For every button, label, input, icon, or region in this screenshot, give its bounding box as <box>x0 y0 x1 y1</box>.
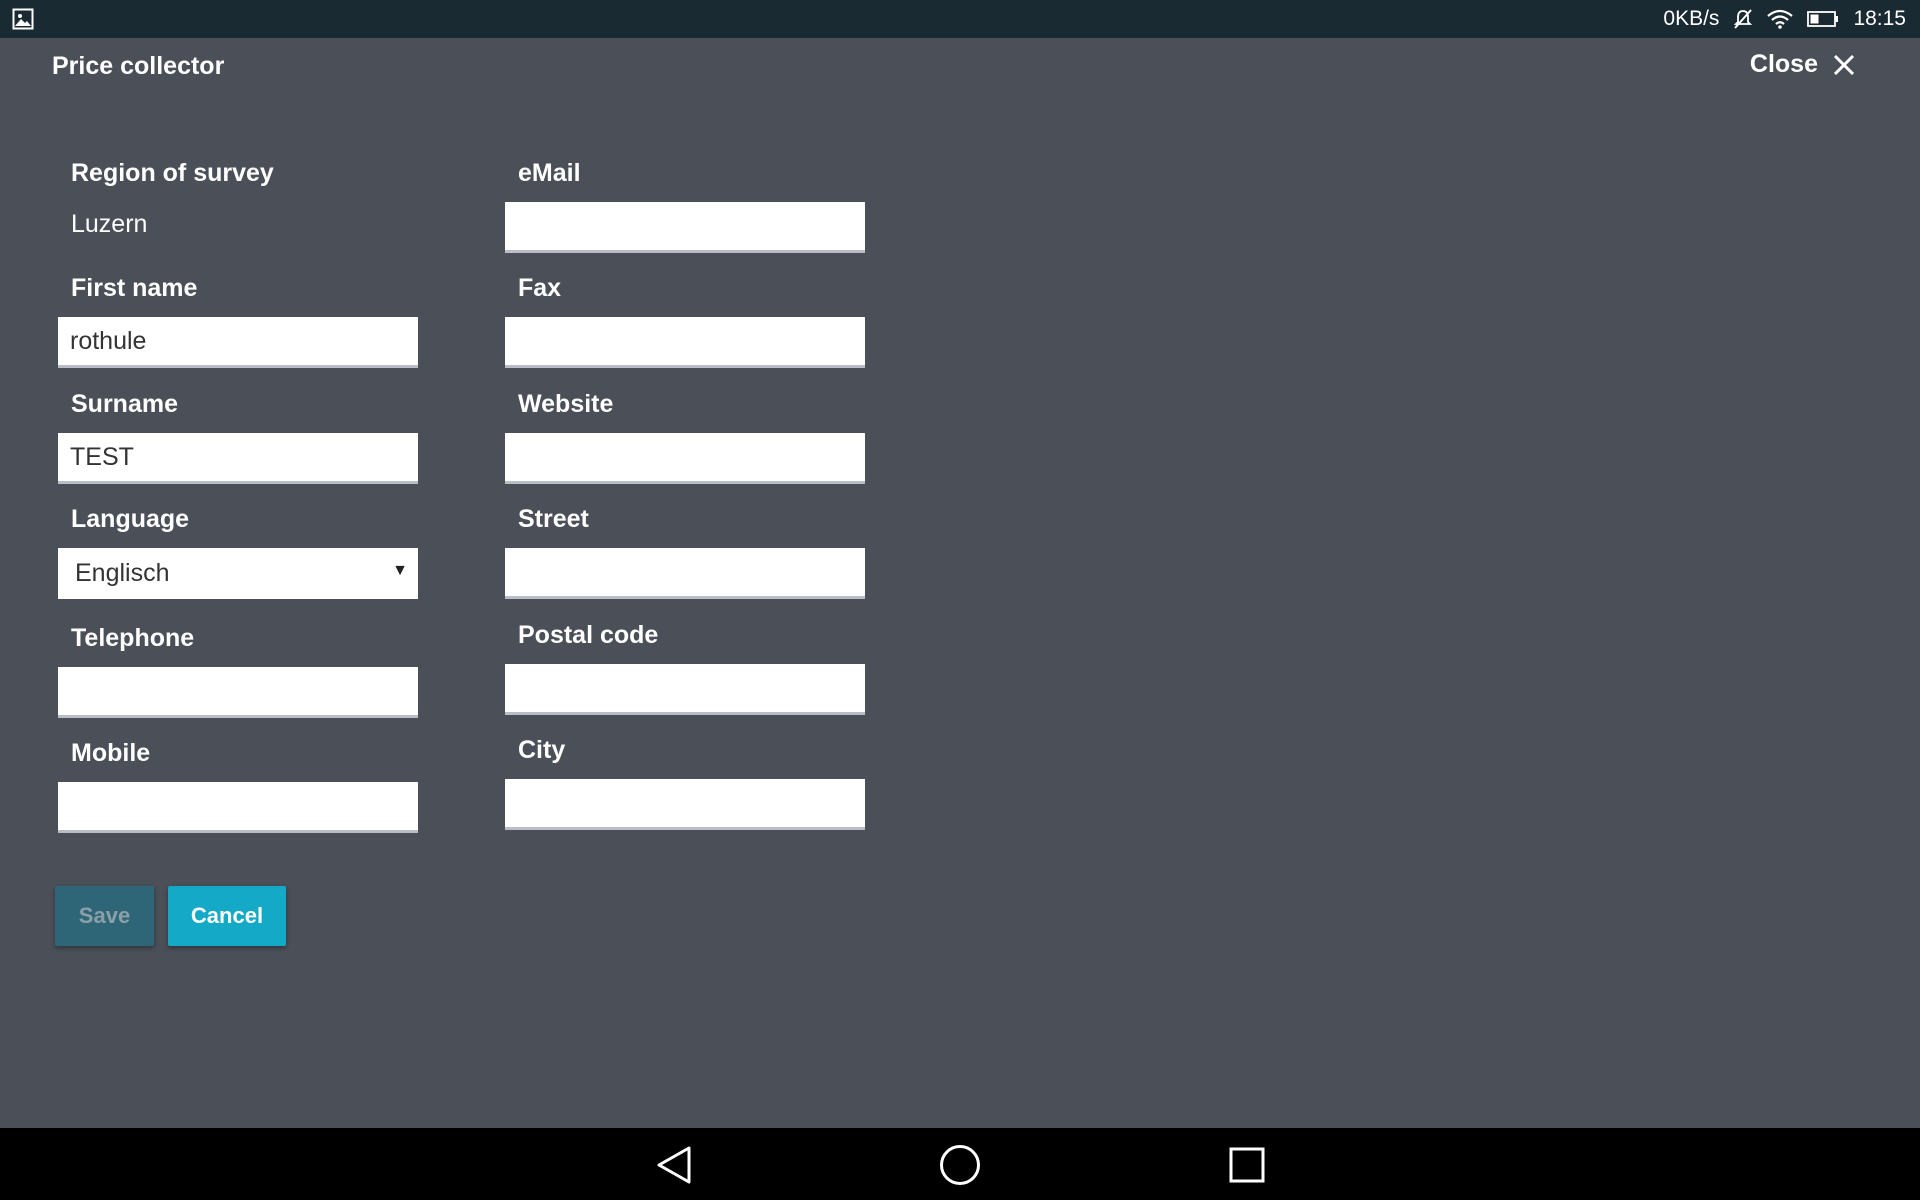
city-field: City <box>505 733 865 830</box>
telephone-input[interactable] <box>58 667 418 718</box>
page-title: Price collector <box>52 52 225 80</box>
website-field: Website <box>505 387 865 484</box>
mobile-input[interactable] <box>58 782 418 833</box>
image-icon <box>12 8 34 30</box>
email-label: eMail <box>518 159 581 187</box>
surname-input[interactable] <box>58 433 418 484</box>
back-triangle-icon[interactable] <box>651 1142 697 1188</box>
cancel-button[interactable]: Cancel <box>168 886 286 946</box>
mobile-field: Mobile <box>58 736 418 833</box>
city-input[interactable] <box>505 779 865 830</box>
region-field: Region of survey Luzern <box>58 156 418 246</box>
fax-field: Fax <box>505 271 865 368</box>
telephone-label: Telephone <box>71 624 195 652</box>
language-selected-value: Englisch <box>75 559 170 587</box>
first-name-field: First name <box>58 271 418 368</box>
postal-code-input[interactable] <box>505 664 865 715</box>
close-icon[interactable] <box>1832 53 1856 77</box>
status-bar: 0KB/s 18:15 <box>0 0 1920 38</box>
dropdown-arrow-icon: ▼ <box>392 562 408 579</box>
fax-input[interactable] <box>505 317 865 368</box>
mobile-label: Mobile <box>71 739 151 767</box>
language-field: Language Englisch ▼ <box>58 502 418 599</box>
website-label: Website <box>518 390 614 418</box>
first-name-input[interactable] <box>58 317 418 368</box>
fax-label: Fax <box>518 274 562 302</box>
close-button[interactable]: Close <box>1750 50 1856 79</box>
street-input[interactable] <box>505 548 865 599</box>
city-label: City <box>518 736 566 764</box>
navigation-bar <box>0 1128 1920 1200</box>
postal-code-field: Postal code <box>505 618 865 715</box>
wifi-icon <box>1767 9 1794 29</box>
street-label: Street <box>518 505 589 533</box>
mute-icon <box>1733 8 1753 30</box>
clock: 18:15 <box>1853 7 1906 30</box>
recents-square-icon[interactable] <box>1224 1142 1270 1188</box>
first-name-label: First name <box>71 274 198 302</box>
home-circle-icon[interactable] <box>937 1142 983 1188</box>
surname-field: Surname <box>58 387 418 484</box>
email-input[interactable] <box>505 202 865 253</box>
website-input[interactable] <box>505 433 865 484</box>
network-speed: 0KB/s <box>1663 7 1720 30</box>
email-field: eMail <box>505 156 865 253</box>
region-value: Luzern <box>71 210 148 238</box>
postal-code-label: Postal code <box>518 621 659 649</box>
language-label: Language <box>71 505 190 533</box>
save-button[interactable]: Save <box>55 886 154 946</box>
battery-icon <box>1807 10 1839 28</box>
telephone-field: Telephone <box>58 621 418 718</box>
street-field: Street <box>505 502 865 599</box>
surname-label: Surname <box>71 390 178 418</box>
language-select[interactable]: Englisch ▼ <box>58 548 418 599</box>
close-label: Close <box>1749 50 1818 78</box>
region-label: Region of survey <box>71 159 274 187</box>
